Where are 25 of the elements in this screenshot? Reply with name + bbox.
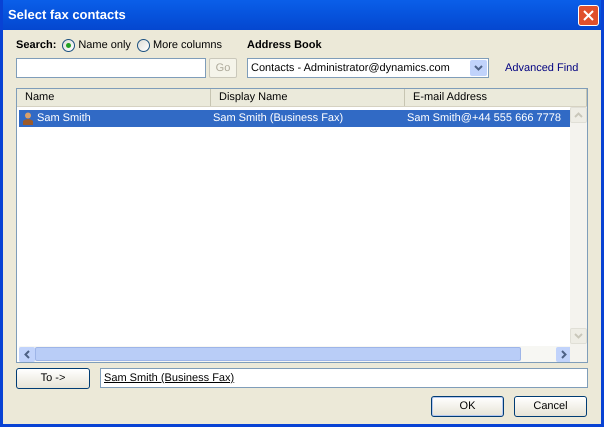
- close-button[interactable]: [578, 4, 599, 26]
- to-button[interactable]: To ->: [16, 368, 90, 389]
- search-label: Search:: [16, 38, 56, 53]
- table-cell-text: Sam Smith: [37, 111, 91, 126]
- address-book-dropdown[interactable]: Contacts - Administrator@dynamics.com: [247, 58, 489, 78]
- vertical-scrollbar[interactable]: [570, 107, 587, 362]
- radio-option[interactable]: More columns: [136, 36, 222, 54]
- chevron-down-icon: [474, 65, 483, 71]
- ok-button[interactable]: OK: [431, 396, 504, 417]
- column-header[interactable]: Name: [17, 89, 211, 106]
- search-field[interactable]: [16, 58, 206, 78]
- table-cell-text: Sam Smith (Business Fax): [213, 111, 344, 126]
- column-header[interactable]: E-mail Address: [405, 89, 587, 106]
- advanced-find-link[interactable]: Advanced Find: [505, 60, 578, 76]
- contact-row[interactable]: Sam Smith Sam Smith (Business Fax) Sam Smith@+44 555 666 7778: [19, 110, 570, 127]
- horizontal-scrollbar[interactable]: [19, 346, 572, 362]
- contact-icon: [23, 112, 33, 125]
- column-header[interactable]: Display Name: [211, 89, 405, 106]
- cancel-button[interactable]: Cancel: [514, 396, 587, 417]
- window-title: Select fax contacts: [8, 6, 126, 24]
- radio-option[interactable]: Name only: [62, 36, 131, 54]
- address-book-label: Address Book: [247, 38, 323, 52]
- to-field[interactable]: Sam Smith (Business Fax): [100, 368, 588, 388]
- close-icon: [583, 10, 594, 20]
- table-cell-text: Sam Smith@+44 555 666 7778: [407, 111, 561, 126]
